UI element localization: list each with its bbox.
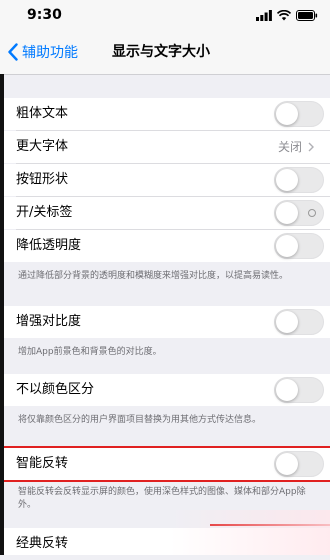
row-button-shapes[interactable]: 按钮形状 xyxy=(4,164,330,196)
signal-icon xyxy=(256,9,272,21)
row-smart-invert[interactable]: 智能反转 xyxy=(4,448,330,480)
row-label: 增强对比度 xyxy=(16,314,82,329)
battery-icon xyxy=(296,9,318,21)
on-off-labels-toggle[interactable] xyxy=(274,200,324,226)
row-larger-text[interactable]: 更大字体 关闭 xyxy=(4,131,330,163)
chevron-right-icon xyxy=(308,142,314,152)
row-label: 降低透明度 xyxy=(16,238,82,253)
differentiate-without-color-toggle[interactable] xyxy=(274,377,324,403)
differentiate-without-color-footer: 将仅靠颜色区分的用户界面项目替换为用其他方式传达信息。 xyxy=(18,415,262,425)
larger-text-status: 关闭 xyxy=(277,140,302,154)
smart-invert-footer: 智能反转会反转显示屏的颜色，使用深色样式的图像、媒体和部分App除外。 xyxy=(18,487,306,510)
larger-text-value: 关闭 xyxy=(278,131,314,163)
wifi-icon xyxy=(277,9,291,20)
row-label: 智能反转 xyxy=(16,456,69,471)
status-time: 9:30 xyxy=(27,7,62,23)
toggle-knob xyxy=(276,311,298,333)
row-differentiate-without-color[interactable]: 不以颜色区分 xyxy=(4,374,330,406)
chevron-left-icon xyxy=(8,43,18,61)
off-label-icon xyxy=(308,209,316,217)
increase-contrast-footer: 增加App前景色和背景色的对比度。 xyxy=(18,347,162,357)
status-bar: 9:30 xyxy=(0,0,330,30)
page-title: 显示与文字大小 xyxy=(112,44,210,60)
row-label: 开/关标签 xyxy=(16,205,73,220)
toggle-knob xyxy=(276,169,298,191)
row-on-off-labels[interactable]: 开/关标签 xyxy=(4,197,330,229)
bottom-glow xyxy=(170,510,330,555)
row-reduce-transparency[interactable]: 降低透明度 xyxy=(4,230,330,262)
toggle-knob xyxy=(276,202,298,224)
toggle-knob xyxy=(276,453,298,475)
toggle-knob xyxy=(276,379,298,401)
row-label: 经典反转 xyxy=(16,536,69,551)
button-shapes-toggle[interactable] xyxy=(274,167,324,193)
row-label: 按钮形状 xyxy=(16,172,69,187)
status-icons xyxy=(256,9,318,21)
row-label: 不以颜色区分 xyxy=(16,382,95,397)
bold-text-toggle[interactable] xyxy=(274,101,324,127)
reduce-transparency-footer: 通过降低部分背景的透明度和模糊度来增强对比度，以提高易读性。 xyxy=(18,271,289,281)
row-label: 更大字体 xyxy=(16,139,69,154)
navigation-bar: 辅助功能 显示与文字大小 xyxy=(0,30,330,75)
toggle-knob xyxy=(276,235,298,257)
increase-contrast-toggle[interactable] xyxy=(274,309,324,335)
back-button[interactable]: 辅助功能 xyxy=(8,30,78,74)
reduce-transparency-toggle[interactable] xyxy=(274,233,324,259)
row-increase-contrast[interactable]: 增强对比度 xyxy=(4,306,330,338)
smart-invert-toggle[interactable] xyxy=(274,451,324,477)
back-button-label: 辅助功能 xyxy=(22,45,78,61)
toggle-knob xyxy=(276,103,298,125)
row-label: 粗体文本 xyxy=(16,106,69,121)
row-bold-text[interactable]: 粗体文本 xyxy=(4,98,330,130)
highlight-line-bottom xyxy=(4,480,330,482)
